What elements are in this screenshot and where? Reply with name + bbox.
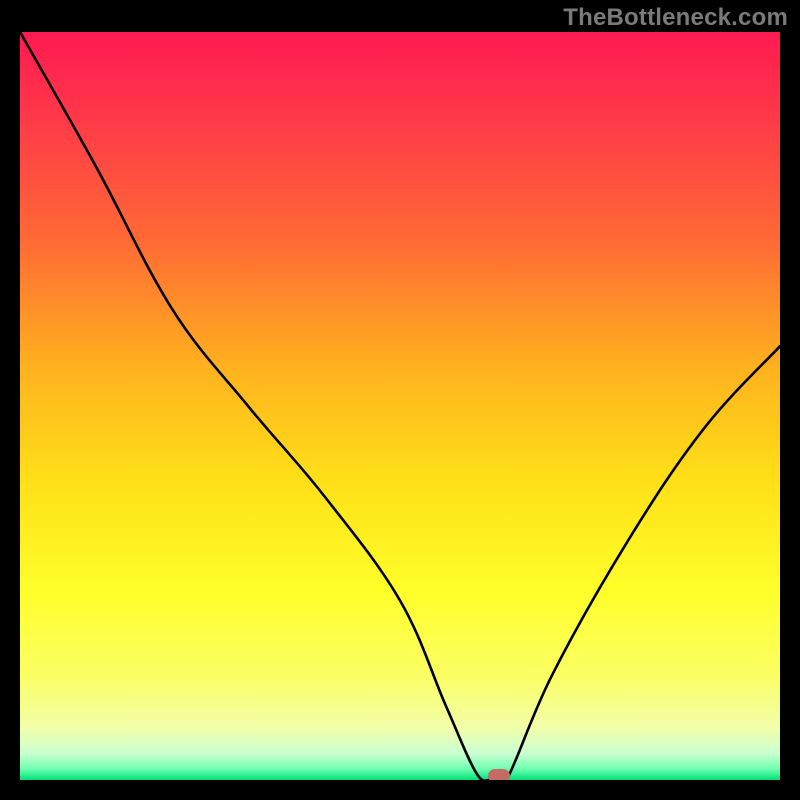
watermark-text: TheBottleneck.com	[563, 4, 788, 32]
optimal-point-marker	[488, 769, 510, 780]
bottleneck-curve	[20, 32, 780, 780]
plot-area	[20, 32, 780, 780]
chart-frame: TheBottleneck.com	[0, 0, 800, 800]
